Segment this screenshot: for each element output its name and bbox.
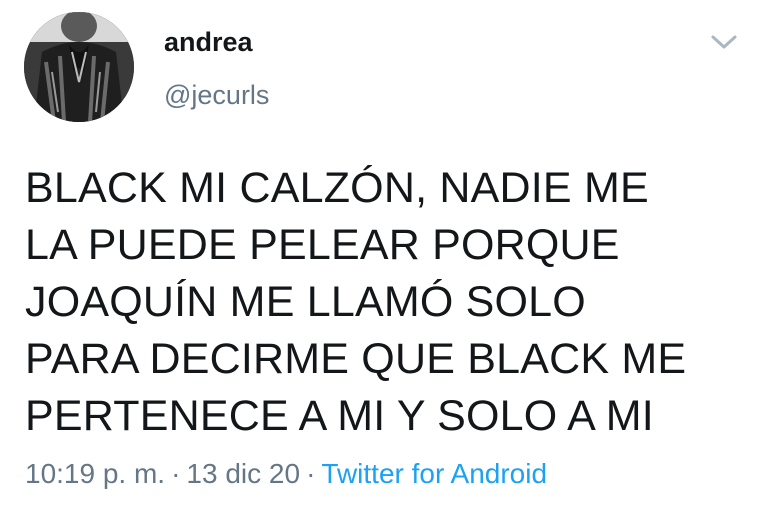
avatar[interactable] (24, 12, 134, 122)
tweet-card: andrea @jecurls BLACK MI CALZÓN, NADIE M… (0, 0, 760, 514)
tweet-text: BLACK MI CALZÓN, NADIE ME LA PUEDE PELEA… (25, 160, 725, 445)
tweet-text-line: BLACK MI CALZÓN, NADIE ME (25, 164, 649, 212)
meta-separator: · (171, 458, 181, 489)
tweet-text-line: LA PUEDE PELEAR PORQUE (25, 221, 620, 269)
display-name[interactable]: andrea (164, 27, 253, 58)
tweet-metadata: 10:19 p. m. · 13 dic 20 · Twitter for Androi… (25, 458, 547, 490)
tweet-time[interactable]: 10:19 p. m. (25, 458, 165, 489)
tweet-text-line: JOAQUÍN ME LLAMÓ SOLO (25, 278, 586, 326)
tweet-text-line: PERTENECE A MI Y SOLO A MI (25, 392, 654, 440)
tweet-source-link[interactable]: Twitter for Android (321, 458, 547, 489)
user-handle[interactable]: @jecurls (164, 80, 269, 111)
avatar-image (24, 12, 134, 122)
meta-separator: · (306, 458, 316, 489)
tweet-text-line: PARA DECIRME QUE BLACK ME (25, 335, 687, 383)
tweet-date[interactable]: 13 dic 20 (186, 458, 300, 489)
chevron-down-icon[interactable] (708, 28, 740, 56)
